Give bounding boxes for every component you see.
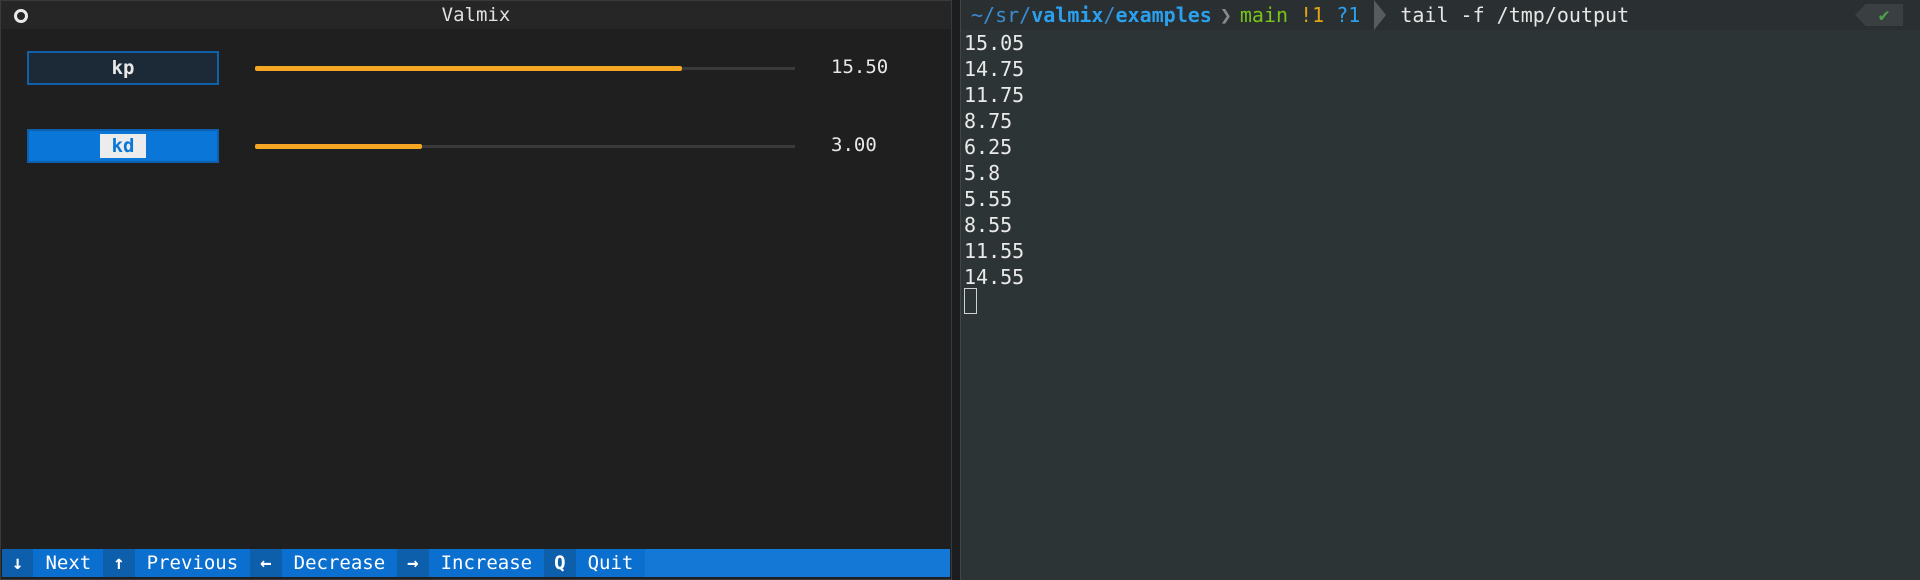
action-quit[interactable]: Quit — [575, 549, 646, 577]
git-untracked-count: ?1 — [1336, 3, 1361, 27]
prompt-path-separator: / — [1103, 3, 1116, 27]
chevron-right-icon: ❯ — [1219, 3, 1232, 27]
slider-row-kp[interactable]: kp 15.50 — [1, 51, 951, 87]
key-down-arrow[interactable]: ↓ — [2, 549, 34, 577]
prompt-arrow-icon — [1374, 0, 1387, 30]
key-q[interactable]: Q — [544, 549, 576, 577]
command-text: tail -f /tmp/output — [1400, 3, 1630, 27]
output-line: 8.75 — [964, 109, 1013, 133]
slider-row-kd[interactable]: kd 3.00 — [1, 129, 951, 165]
slider-label: kp — [111, 57, 135, 79]
slider-label-box[interactable]: kp — [27, 51, 219, 85]
valmix-pane: Valmix kp 15.50 kd 3.00 ↓ Next ↑ Previou… — [0, 0, 952, 580]
slider-value: 3.00 — [831, 134, 877, 156]
slider-label: kd — [99, 134, 147, 158]
output-line: 15.05 — [964, 31, 1025, 55]
terminal-output: 15.05 14.75 11.75 8.75 6.25 5.8 5.55 8.5… — [964, 30, 1024, 290]
terminal-pane[interactable]: ~/sr/valmix / examples ❯ main !1 ?1 tail -… — [960, 0, 1920, 580]
output-line: 8.55 — [964, 213, 1013, 237]
action-increase[interactable]: Increase — [428, 549, 545, 577]
slider-fill — [255, 66, 682, 71]
slider-value: 15.50 — [831, 56, 889, 78]
output-line: 11.75 — [964, 83, 1025, 107]
output-line: 11.55 — [964, 239, 1025, 263]
slider-fill — [255, 144, 423, 149]
action-previous[interactable]: Previous — [134, 549, 251, 577]
title-bar: Valmix — [1, 1, 951, 29]
output-line: 14.75 — [964, 57, 1025, 81]
git-modified-count: !1 — [1300, 3, 1325, 27]
output-line: 14.55 — [964, 265, 1025, 289]
prompt-path-prefix: ~/sr/ — [971, 3, 1032, 27]
output-line: 6.25 — [964, 135, 1013, 159]
key-left-arrow[interactable]: ← — [250, 549, 282, 577]
prompt-path-current: examples — [1115, 3, 1212, 27]
output-line: 5.8 — [964, 161, 1001, 185]
key-help-bar: ↓ Next ↑ Previous ← Decrease → Increase … — [2, 549, 950, 577]
terminal-cursor — [964, 288, 977, 314]
slider-track[interactable] — [255, 66, 795, 71]
action-next[interactable]: Next — [33, 549, 104, 577]
status-segment: ✔ — [1855, 4, 1903, 26]
check-icon: ✔ — [1878, 4, 1890, 26]
window-title: Valmix — [441, 4, 511, 26]
slider-track[interactable] — [255, 144, 795, 149]
key-right-arrow[interactable]: → — [397, 549, 429, 577]
shell-prompt: ~/sr/valmix / examples ❯ main !1 ?1 tail -… — [961, 0, 1920, 30]
action-decrease[interactable]: Decrease — [281, 549, 398, 577]
slider-label-box[interactable]: kd — [27, 129, 219, 163]
key-up-arrow[interactable]: ↑ — [103, 549, 135, 577]
prompt-path-dir: valmix — [1031, 3, 1104, 27]
output-line: 5.55 — [964, 187, 1013, 211]
git-branch: main — [1239, 3, 1289, 27]
